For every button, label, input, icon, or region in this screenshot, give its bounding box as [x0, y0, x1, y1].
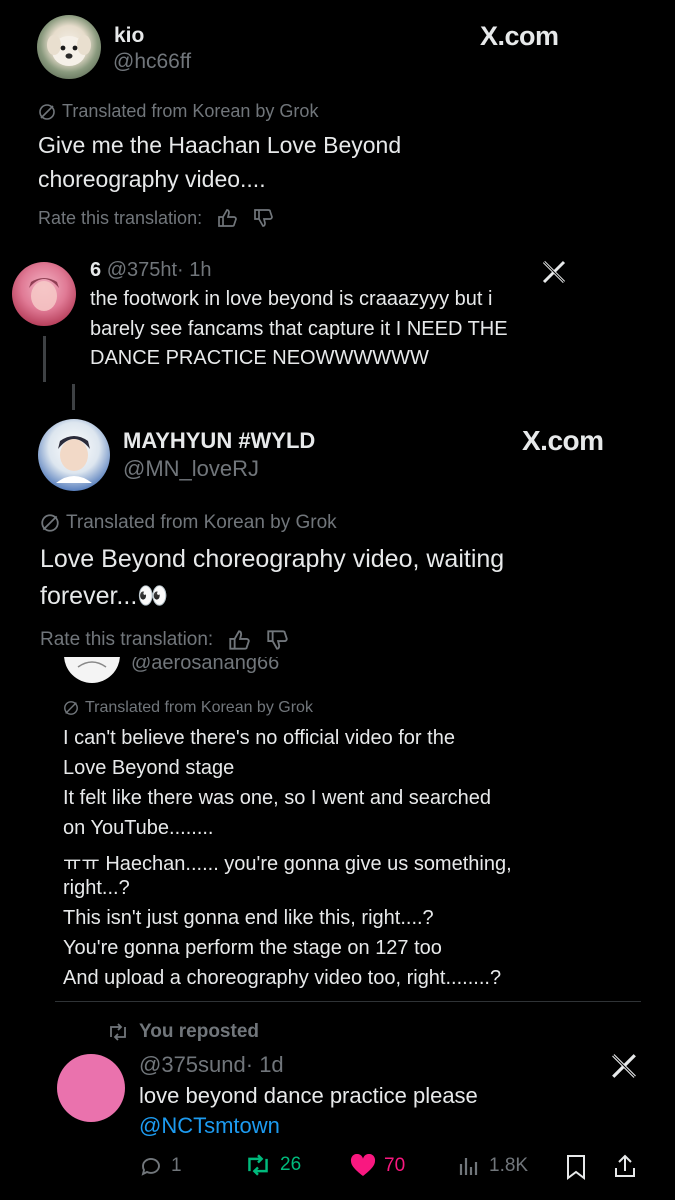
translate-icon	[41, 514, 59, 532]
divider	[55, 1001, 641, 1002]
thread-line	[72, 384, 75, 410]
profile-photo	[29, 278, 59, 311]
tweet-text-line: DANCE PRACTICE NEOWWWWWW	[90, 347, 429, 369]
repost-button[interactable]: 26	[244, 1154, 301, 1176]
profile-photo	[77, 661, 107, 668]
tweet-text-line: the footwork in love beyond is craaazyyy…	[90, 288, 493, 310]
tweet-text-line: right...?	[63, 877, 130, 899]
tweet-text-line: I can't believe there's no official vide…	[63, 727, 455, 749]
post-aerosanang: @aerosanang66 Translated from Korean by …	[0, 657, 675, 1002]
tweet-text: love beyond dance practice please	[139, 1083, 478, 1108]
like-count: 70	[384, 1155, 406, 1176]
xcom-watermark: X.com	[480, 21, 559, 51]
tweet-text-line: barely see fancams that capture it I NEE…	[90, 318, 508, 340]
translate-icon	[39, 103, 55, 120]
views-button[interactable]: 1.8K	[457, 1154, 528, 1178]
tweet-text-line: Love Beyond choreography video, waiting	[40, 545, 505, 573]
avatar[interactable]	[38, 419, 110, 491]
reply-icon	[141, 1158, 160, 1176]
translation-note: Translated from Korean by Grok	[63, 699, 313, 717]
share-icon[interactable]	[613, 1153, 637, 1179]
post-header: 6 @375ht· 1h	[90, 259, 212, 282]
views-icon	[459, 1158, 478, 1175]
heart-icon	[350, 1154, 376, 1176]
xcom-watermark: X.com	[522, 425, 604, 456]
mention-link[interactable]: @NCTsmtown	[139, 1113, 280, 1139]
translation-note-text: Translated from Korean by Grok	[85, 699, 313, 716]
x-logo-icon	[542, 260, 566, 284]
rate-label: Rate this translation:	[40, 629, 214, 650]
avatar[interactable]	[64, 657, 120, 683]
user-handle[interactable]: @aerosanang66	[131, 657, 279, 675]
tweet-text-line: on YouTube........	[63, 817, 214, 839]
like-button[interactable]: 70	[350, 1154, 405, 1178]
tweet-text-line: It felt like there was one, so I went an…	[63, 787, 492, 809]
repost-label: You reposted	[139, 1021, 259, 1042]
tweet-text-line: choreography video....	[38, 166, 266, 192]
tweet-text-line: This isn't just gonna end like this, rig…	[63, 907, 434, 929]
display-name[interactable]: MAYHYUN #WYLD	[123, 428, 315, 454]
tweet-text-line: ㅠㅠ Haechan...... you're gonna give us so…	[63, 853, 512, 875]
tweet-text-line: You're gonna perform the stage on 127 to…	[63, 937, 442, 959]
display-name[interactable]: 6	[90, 259, 101, 281]
tweet-text-line: Give me the Haachan Love Beyond	[38, 132, 402, 158]
thumbs-down-icon[interactable]	[252, 207, 274, 229]
repost-icon	[248, 1154, 268, 1176]
translation-note: Translated from Korean by Grok	[40, 512, 337, 534]
user-handle[interactable]: @hc66ff	[113, 50, 191, 74]
rate-translation: Rate this translation:	[40, 628, 289, 652]
avatar[interactable]	[57, 1054, 125, 1122]
user-handle[interactable]: @375sund	[139, 1052, 246, 1077]
repost-icon	[110, 1023, 126, 1041]
tweet-text-line: forever...👀	[40, 582, 169, 610]
post-header: @375sund· 1d	[139, 1052, 284, 1078]
tweet-text-line: And upload a choreography video too, rig…	[63, 967, 502, 989]
view-count: 1.8K	[489, 1155, 529, 1176]
thumbs-up-icon[interactable]	[216, 207, 238, 229]
profile-photo	[56, 436, 92, 483]
rate-translation: Rate this translation:	[38, 207, 274, 229]
thumbs-up-icon[interactable]	[227, 628, 251, 652]
translation-note-text: Translated from Korean by Grok	[66, 512, 337, 533]
tweet-text-line: Love Beyond stage	[63, 757, 235, 779]
translation-note: Translated from Korean by Grok	[38, 101, 318, 122]
user-handle[interactable]: @375ht	[107, 259, 177, 281]
bookmark-icon[interactable]	[565, 1154, 587, 1180]
thumbs-down-icon[interactable]	[265, 628, 289, 652]
translation-note-text: Translated from Korean by Grok	[62, 101, 319, 121]
avatar[interactable]	[12, 262, 76, 326]
display-name[interactable]: kio	[114, 24, 144, 48]
translate-icon	[64, 701, 78, 715]
puppy-image	[47, 35, 91, 66]
repost-count: 26	[280, 1154, 302, 1175]
thread-line	[43, 336, 46, 382]
reply-button[interactable]: 1	[139, 1154, 182, 1178]
user-handle[interactable]: @MN_loveRJ	[123, 456, 259, 482]
reply-count: 1	[171, 1155, 182, 1176]
repost-indicator: You reposted	[107, 1021, 259, 1043]
rate-label: Rate this translation:	[38, 207, 203, 228]
avatar[interactable]	[37, 15, 101, 79]
post-time[interactable]: · 1h	[177, 259, 211, 281]
post-time[interactable]: · 1d	[246, 1052, 284, 1077]
x-logo-icon	[612, 1054, 636, 1078]
